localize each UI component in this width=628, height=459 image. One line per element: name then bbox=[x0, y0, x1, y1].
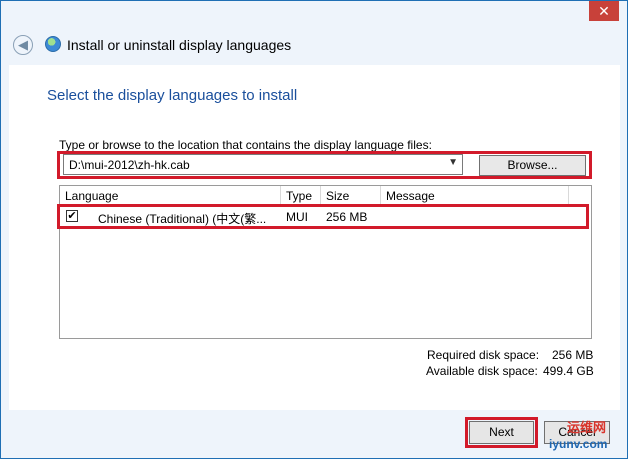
content-panel: Select the display languages to install … bbox=[9, 65, 620, 410]
watermark-logo: 运维网 iyunv.com bbox=[549, 415, 621, 455]
column-divider bbox=[568, 186, 569, 204]
available-disk-value: 499.4 GB bbox=[543, 364, 594, 378]
path-input-value: D:\mui-2012\zh-hk.cab bbox=[69, 158, 190, 172]
window-title: Install or uninstall display languages bbox=[67, 37, 292, 53]
chevron-down-icon[interactable]: ▼ bbox=[448, 157, 458, 168]
back-arrow-icon: ◀ bbox=[18, 37, 28, 52]
watermark-url: iyunv.com bbox=[549, 437, 608, 451]
page-heading: Select the display languages to install bbox=[47, 87, 298, 104]
column-header-message[interactable]: Message bbox=[386, 189, 435, 203]
column-header-type[interactable]: Type bbox=[286, 189, 312, 203]
column-divider bbox=[380, 186, 381, 204]
column-header-language[interactable]: Language bbox=[65, 189, 118, 203]
column-divider bbox=[280, 186, 281, 204]
browse-button[interactable]: Browse... bbox=[479, 155, 586, 176]
title-bar: ✕ bbox=[1, 1, 627, 31]
cell-type: MUI bbox=[286, 210, 308, 224]
language-list[interactable]: Language Type Size Message ✔ Chinese (Tr… bbox=[59, 185, 592, 339]
required-disk-label: Required disk space: bbox=[427, 348, 540, 362]
required-disk-value: 256 MB bbox=[552, 348, 594, 362]
path-input[interactable]: D:\mui-2012\zh-hk.cab ▼ bbox=[63, 154, 463, 175]
path-label: Type or browse to the location that cont… bbox=[59, 138, 432, 152]
dialog-window: ✕ ◀ Install or uninstall display languag… bbox=[0, 0, 628, 459]
next-button[interactable]: Next bbox=[469, 421, 534, 444]
back-button[interactable]: ◀ bbox=[13, 35, 33, 55]
table-row[interactable]: ✔ Chinese (Traditional) (中文(繁... MUI 256… bbox=[60, 207, 591, 227]
close-button[interactable]: ✕ bbox=[589, 1, 619, 21]
cell-language: Chinese (Traditional) (中文(繁... bbox=[98, 212, 267, 226]
watermark-text: 运维网 bbox=[567, 420, 607, 435]
available-disk-label: Available disk space: bbox=[426, 364, 538, 378]
cell-size: 256 MB bbox=[326, 210, 368, 224]
column-header-size[interactable]: Size bbox=[326, 189, 349, 203]
language-checkbox[interactable]: ✔ bbox=[66, 210, 78, 222]
column-divider bbox=[320, 186, 321, 204]
globe-language-icon bbox=[45, 36, 61, 52]
